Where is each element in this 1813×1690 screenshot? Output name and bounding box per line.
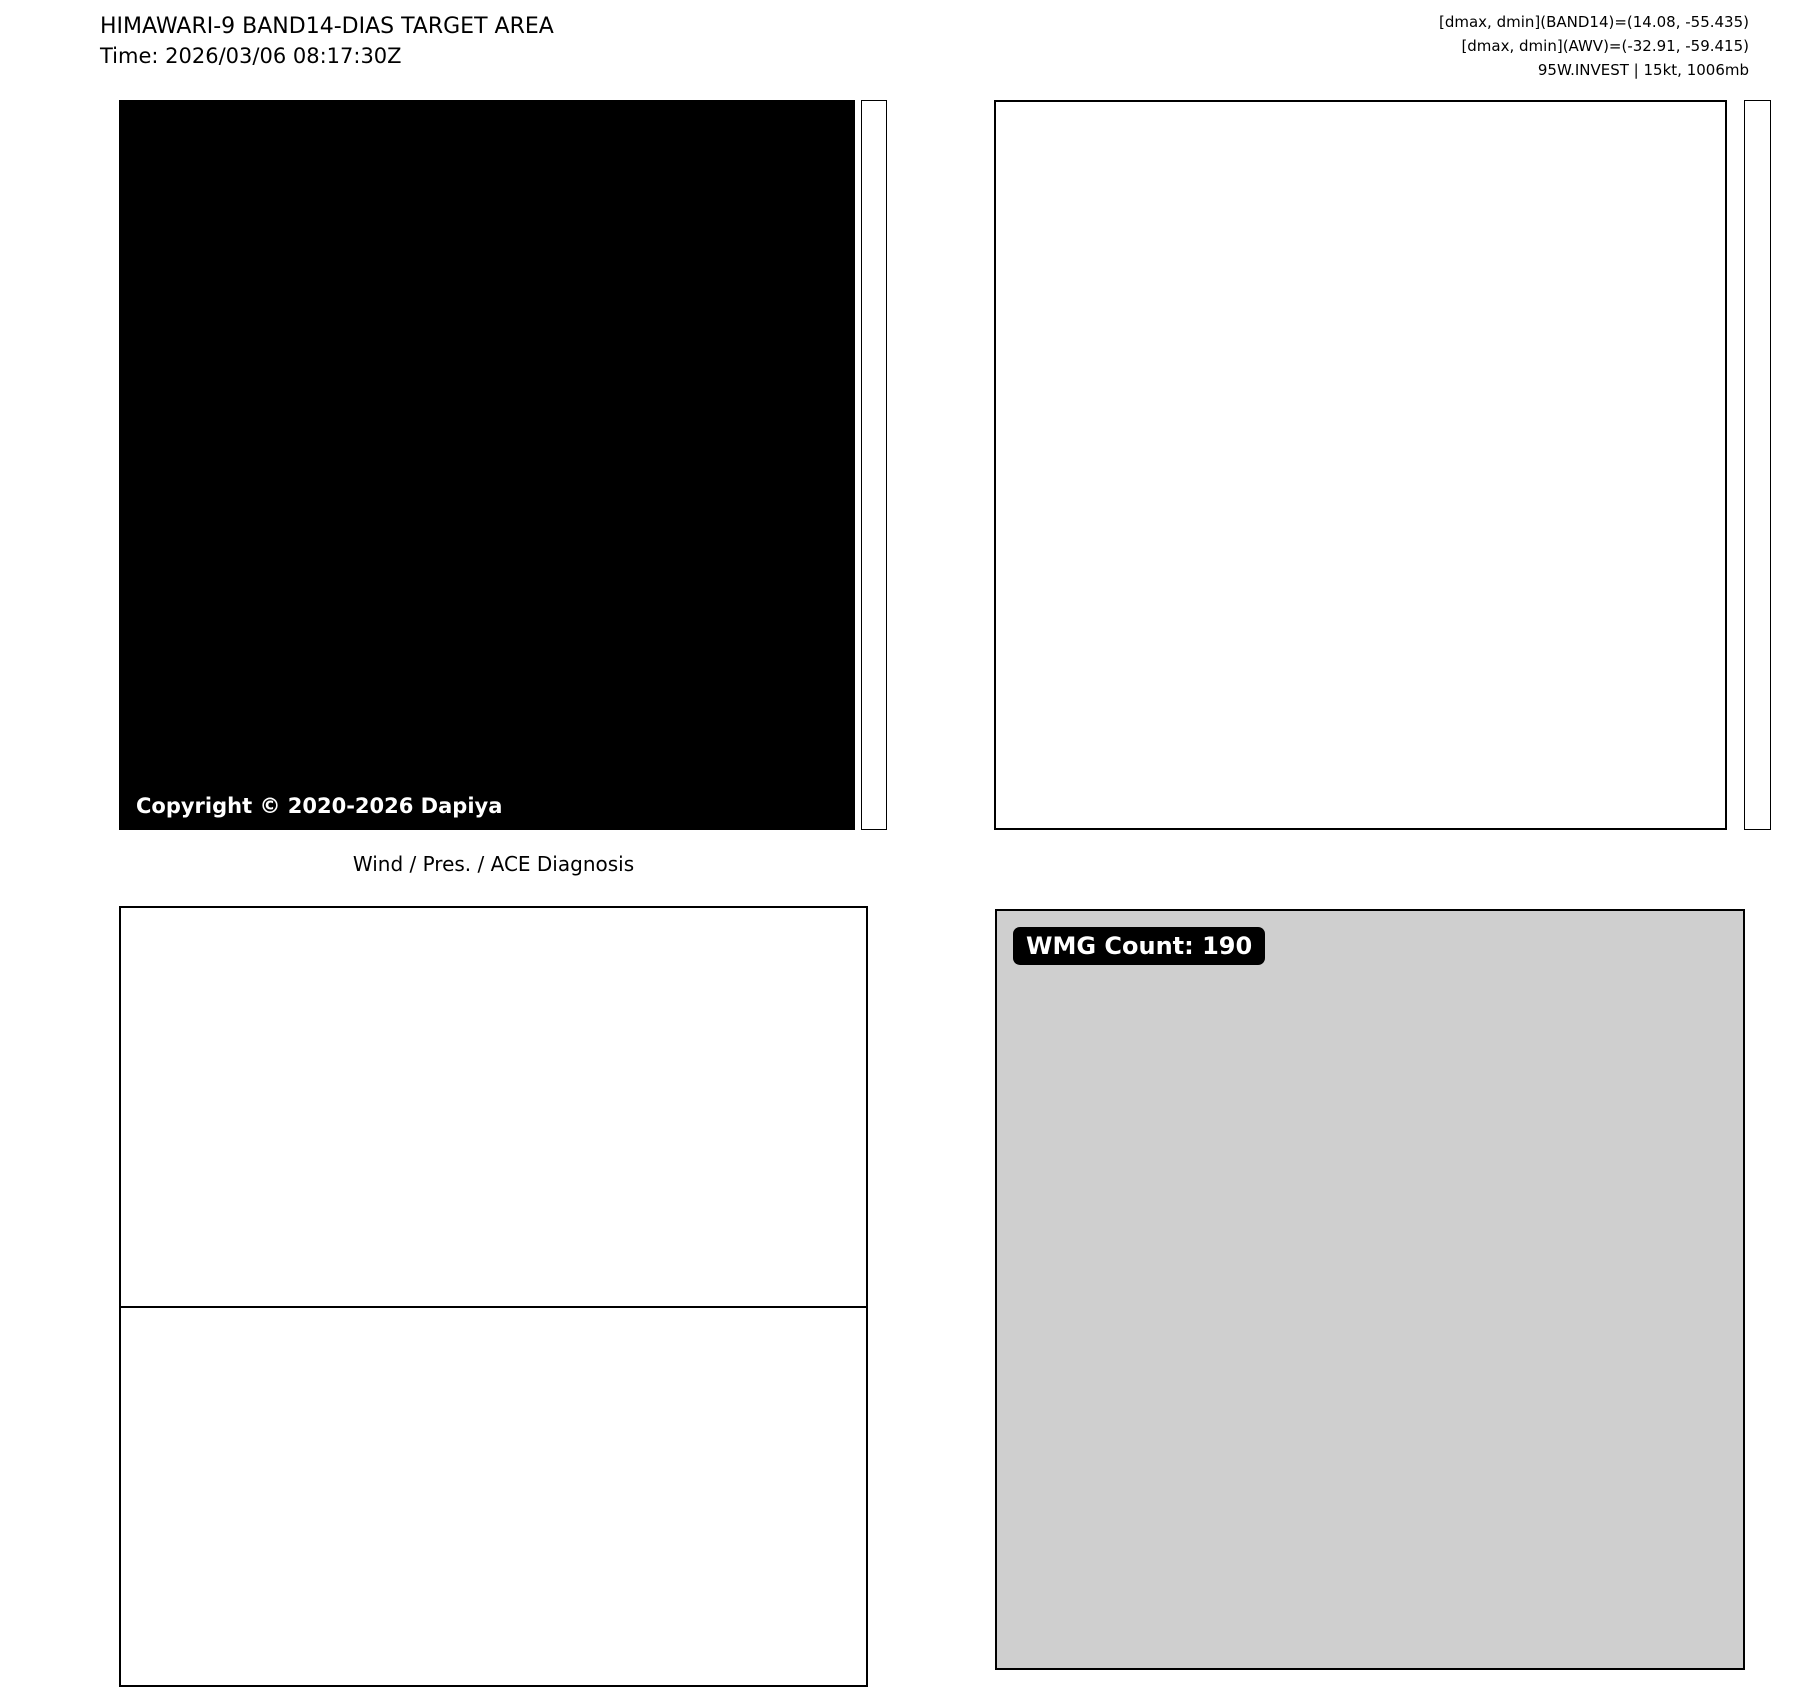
wmg-count-badge: WMG Count: 190 (1013, 927, 1266, 965)
copyright-watermark: Copyright © 2020-2026 Dapiya (130, 793, 509, 819)
dmax-dmin-band14: [dmax, dmin](BAND14)=(14.08, -55.435) (1438, 13, 1749, 31)
band14-colorbar (861, 100, 887, 830)
awv-colorbar (1744, 100, 1771, 830)
dmax-dmin-awv: [dmax, dmin](AWV)=(-32.91, -59.415) (1461, 37, 1749, 55)
figure-canvas: HIMAWARI-9 BAND14-DIAS TARGET AREA Time:… (0, 0, 1813, 1690)
storm-status: 95W.INVEST | 15kt, 1006mb (1537, 61, 1749, 79)
timestamp: Time: 2026/03/06 08:17:30Z (100, 44, 402, 68)
wmg-grid-panel: WMG Count: 190 (995, 909, 1745, 1670)
ace-chart-panel (119, 1306, 868, 1687)
page-title: HIMAWARI-9 BAND14-DIAS TARGET AREA (100, 14, 554, 39)
header-right: [dmax, dmin](BAND14)=(14.08, -55.435) [d… (1439, 10, 1749, 82)
diagnosis-title: Wind / Pres. / ACE Diagnosis (352, 852, 635, 876)
awv-map-panel (994, 100, 1727, 830)
wind-pressure-chart-panel (119, 906, 868, 1308)
band14-map-panel: Copyright © 2020-2026 Dapiya (119, 100, 855, 830)
